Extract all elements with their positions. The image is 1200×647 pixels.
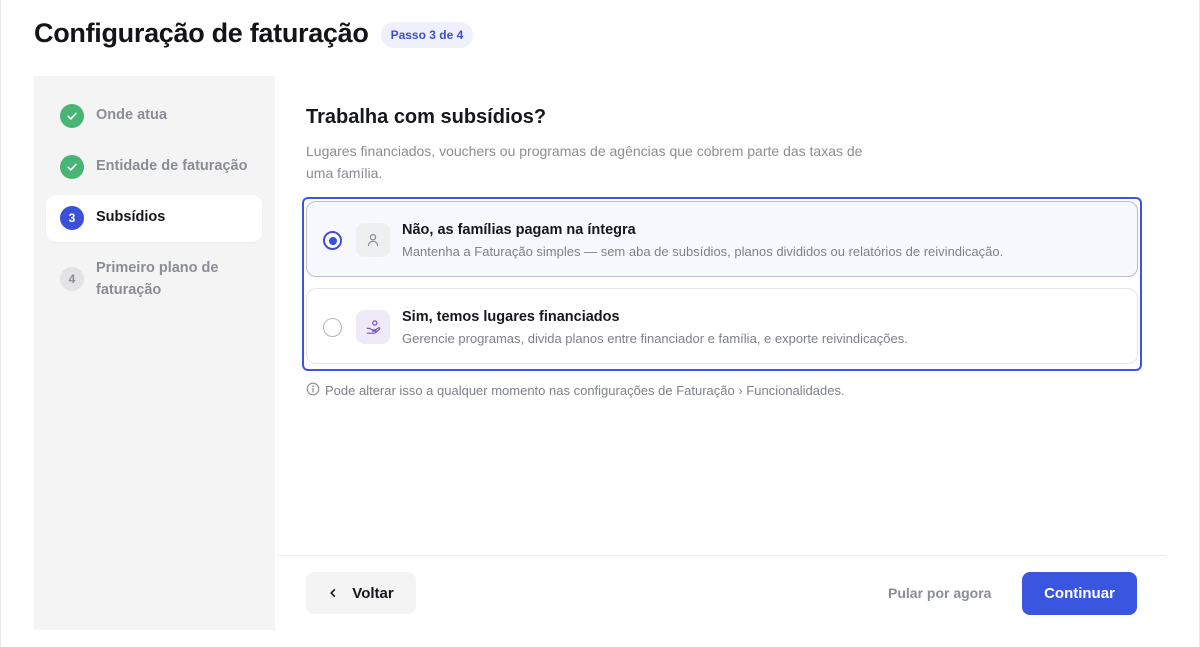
sidebar-step-onde-atua[interactable]: Onde atua [46,104,262,128]
footer-divider [276,555,1166,556]
check-icon [60,155,84,179]
stepper-sidebar: Onde atua Entidade de faturação 3 Subsíd… [34,76,275,630]
hint-text-row: Pode alterar isso a qualquer momento nas… [306,382,845,399]
option-title: Sim, temos lugares financiados [402,309,620,325]
main-panel: Trabalha com subsídios? Lugares financia… [276,76,1166,630]
hint-text: Pode alterar isso a qualquer momento nas… [325,383,845,398]
sidebar-step-label: Onde atua [96,107,167,123]
option-no-subsidies[interactable]: Não, as famílias pagam na íntegra Manten… [306,201,1138,277]
hand-coin-icon [356,310,390,344]
option-description: Mantenha a Faturação simples — sem aba d… [402,244,1004,259]
sidebar-step-label: Subsídios [96,209,166,225]
step-badge: Passo 3 de 4 [380,21,474,48]
chevron-left-icon [328,585,338,602]
question-description: Lugares financiados, vouchers ou program… [306,143,863,181]
person-icon [356,223,390,257]
skip-button[interactable]: Pular por agora [888,572,991,614]
sidebar-step-subsidios[interactable]: 3 Subsídios [46,195,262,242]
info-icon [306,382,320,399]
option-description: Gerencie programas, divida planos entre … [402,331,908,346]
options-group: Não, as famílias pagam na íntegra Manten… [302,197,1142,371]
question-title: Trabalha com subsídios? [306,106,547,128]
radio-button[interactable] [323,231,342,250]
page-header: Configuração de faturação Passo 3 de 4 [34,15,474,51]
continue-button[interactable]: Continuar [1022,572,1137,615]
page-title: Configuração de faturação [34,17,369,48]
back-button-label: Voltar [352,584,394,602]
option-yes-funded[interactable]: Sim, temos lugares financiados Gerencie … [306,288,1138,364]
option-title: Não, as famílias pagam na íntegra [402,222,636,238]
sidebar-step-label: Entidade de faturação [96,158,248,174]
sidebar-step-entidade-de-faturacao[interactable]: Entidade de faturação [46,155,262,179]
radio-button[interactable] [323,318,342,337]
step-number-badge: 3 [60,206,84,230]
back-button[interactable]: Voltar [306,572,416,614]
step-number-badge: 4 [60,267,84,291]
check-icon [60,104,84,128]
sidebar-step-primeiro-plano[interactable]: 4 Primeiro plano de faturação [46,257,262,301]
sidebar-step-label: Primeiro plano de faturação [96,260,219,298]
